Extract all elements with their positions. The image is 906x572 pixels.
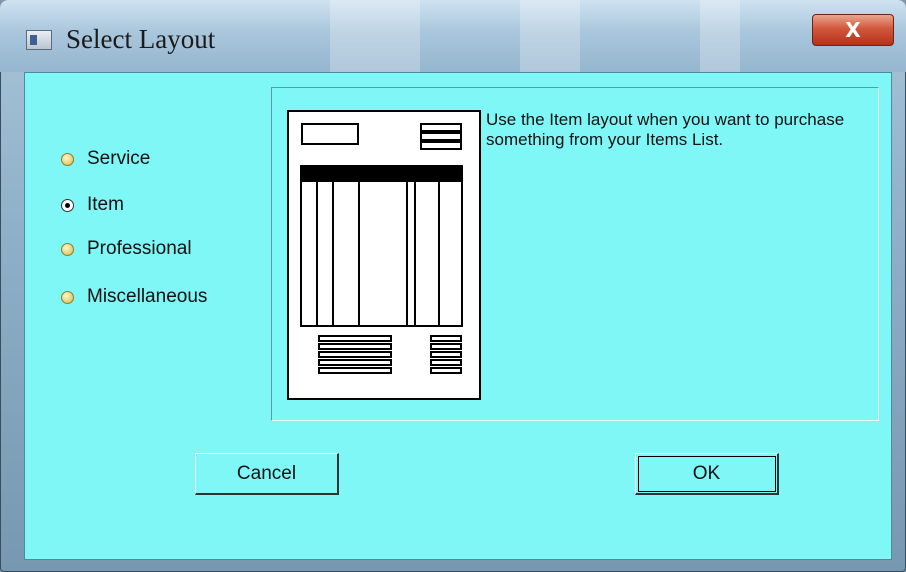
invoice-layout-illustration bbox=[300, 123, 463, 374]
title-bar[interactable]: Select Layout X bbox=[0, 0, 906, 72]
layout-preview-image bbox=[287, 110, 481, 400]
titlebar-glare bbox=[330, 0, 420, 72]
ok-button[interactable]: OK bbox=[635, 453, 779, 495]
radio-button-selected[interactable] bbox=[61, 198, 74, 212]
dialog-client-area: Service Item Professional Miscellaneous bbox=[24, 72, 892, 560]
radio-label: Miscellaneous bbox=[87, 286, 208, 307]
layout-preview-panel: Use the Item layout when you want to pur… bbox=[271, 87, 879, 421]
radio-label: Professional bbox=[87, 238, 192, 259]
radio-button[interactable] bbox=[61, 290, 74, 304]
close-button[interactable]: X bbox=[812, 14, 894, 46]
window-title: Select Layout bbox=[66, 24, 216, 54]
titlebar-glare bbox=[700, 0, 740, 72]
cancel-button[interactable]: Cancel bbox=[195, 453, 339, 495]
window-app-icon[interactable] bbox=[26, 30, 52, 50]
radio-button[interactable] bbox=[61, 242, 74, 256]
dialog-window: Select Layout X Service Item Professiona… bbox=[0, 0, 906, 572]
radio-label: Item bbox=[87, 194, 124, 215]
titlebar-glare bbox=[520, 0, 580, 72]
radio-option-miscellaneous[interactable]: Miscellaneous bbox=[61, 285, 261, 309]
radio-button[interactable] bbox=[61, 152, 74, 166]
layout-description: Use the Item layout when you want to pur… bbox=[486, 110, 845, 149]
radio-option-item[interactable]: Item bbox=[61, 193, 261, 217]
radio-label: Service bbox=[87, 148, 151, 169]
radio-option-professional[interactable]: Professional bbox=[61, 237, 261, 261]
radio-option-service[interactable]: Service bbox=[61, 147, 261, 171]
